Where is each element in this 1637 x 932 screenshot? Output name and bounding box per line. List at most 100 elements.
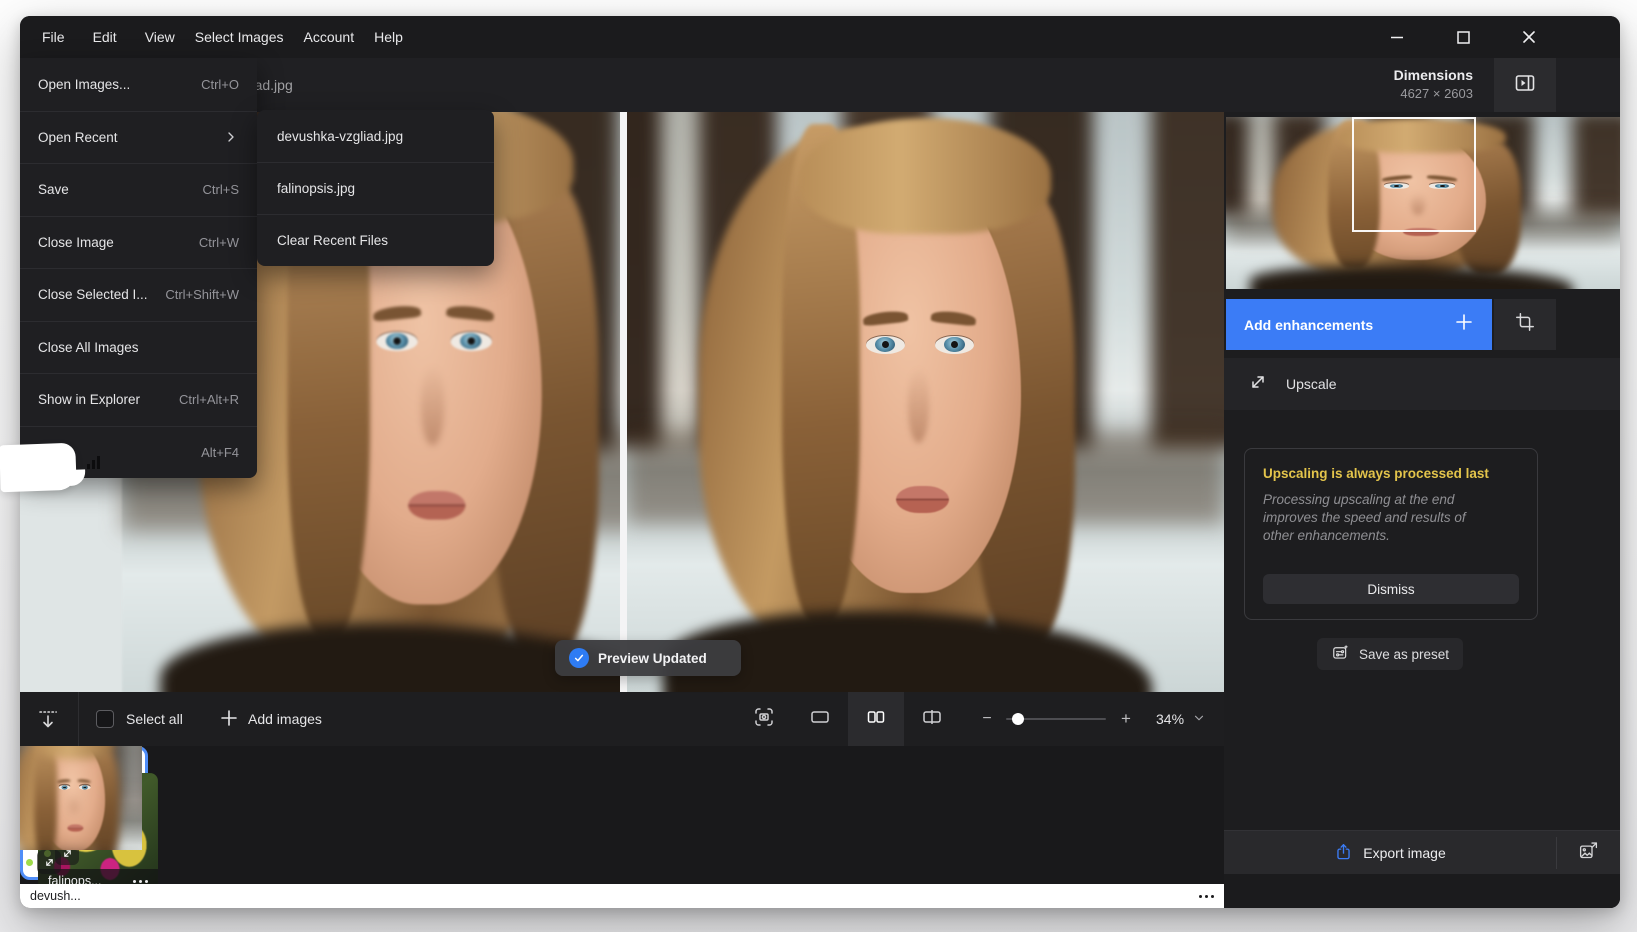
select-all-checkbox[interactable] [96,710,114,728]
menu-item-shortcut: Ctrl+S [203,182,239,197]
add-images-button[interactable]: Add images [220,692,322,746]
expand-badge[interactable] [37,850,61,874]
add-images-label: Add images [248,711,322,727]
image-export-icon [1578,840,1599,866]
export-bar: Export image [1224,830,1620,874]
devushka-photo [20,746,142,850]
menu-item-open-recent[interactable]: Open Recent [20,111,257,164]
split-view-button[interactable] [904,692,960,746]
menu-select-images[interactable]: Select Images [185,16,294,58]
menu-item-label: Close All Images [38,340,139,355]
preview-updated-toast: Preview Updated [555,640,741,676]
plus-icon [1454,312,1474,337]
recent-file-falinopsis[interactable]: falinopsis.jpg [257,162,494,214]
bottom-toolbar: Select all Add images [20,692,1224,746]
menu-item-shortcut: Ctrl+Alt+R [179,392,239,407]
check-circle-icon [569,648,589,668]
camera-focus-icon [752,705,776,734]
image-pane-enhanced[interactable] [627,112,1224,692]
menu-help[interactable]: Help [364,16,413,58]
upscale-enhancement-item[interactable]: Upscale [1224,358,1620,410]
menu-item-open-images[interactable]: Open Images... Ctrl+O [20,58,257,111]
share-export-icon [1334,842,1353,864]
save-as-preset-button[interactable]: Save as preset [1317,638,1463,670]
collapse-panel-button[interactable] [1494,58,1556,112]
dismiss-button[interactable]: Dismiss [1263,574,1519,604]
menu-item-label: Save [38,182,69,197]
crop-icon [1514,311,1536,338]
upscale-icon [1248,372,1268,397]
dimensions-value: 4627 × 2603 [1394,85,1473,103]
export-image-label: Export image [1363,845,1445,861]
panel-toggle-icon [1513,71,1537,100]
menu-item-shortcut: Ctrl+O [201,77,239,92]
preview-snapshot-button[interactable] [736,692,792,746]
clear-recent-files[interactable]: Clear Recent Files [257,214,494,266]
zoom-level-value: 34% [1156,711,1184,727]
split-view-icon [920,705,944,734]
menu-item-show-in-explorer[interactable]: Show in Explorer Ctrl+Alt+R [20,373,257,426]
collapse-filmstrip-button[interactable] [30,702,66,736]
menu-item-close-image[interactable]: Close Image Ctrl+W [20,216,257,269]
menu-item-label: Close Selected I... [38,287,148,302]
single-view-icon [808,705,832,734]
right-panel: Add enhancements Upscale Upscaling is al [1224,112,1620,908]
mini-bars-icon [87,456,103,469]
view-mode-group [736,692,960,746]
add-enhancements-label: Add enhancements [1244,317,1373,333]
menu-file[interactable]: File [32,16,75,58]
plus-icon [220,709,238,730]
menu-item-label: Show in Explorer [38,392,140,407]
portrait-photo-enhanced [627,112,1224,692]
notice-title: Upscaling is always processed last [1263,466,1519,481]
upscaling-notice-card: Upscaling is always processed last Proce… [1244,448,1538,620]
menu-bar: File Edit View Select Images Account Hel… [20,16,1620,58]
maximize-button[interactable] [1454,28,1472,46]
menu-view[interactable]: View [135,16,185,58]
navigator-viewport-rect[interactable] [1352,117,1476,232]
save-as-preset-label: Save as preset [1359,647,1449,662]
dimensions-label: Dimensions [1394,65,1473,85]
side-by-side-view-button[interactable] [848,692,904,746]
menu-item-label: Close Image [38,235,114,250]
recent-file-devushka[interactable]: devushka-vzgliad.jpg [257,110,494,162]
zoom-out-button[interactable]: − [980,710,994,728]
zoom-slider-track[interactable] [1006,718,1106,720]
minimize-button[interactable] [1388,28,1406,46]
navigator-preview[interactable] [1226,117,1620,289]
close-button[interactable] [1520,28,1538,46]
menu-item-label: Open Recent [38,130,118,145]
menu-account[interactable]: Account [294,16,365,58]
status-dot-green [26,859,33,866]
menu-item-label: Open Images... [38,77,130,92]
zoom-slider-control: − + [980,692,1134,746]
crop-tool-button[interactable] [1494,299,1556,350]
single-view-button[interactable] [792,692,848,746]
file-menu-dropdown: Open Images... Ctrl+O Open Recent Save C… [20,58,257,478]
zoom-level-dropdown[interactable]: 34% [1156,692,1206,746]
more-options-button[interactable] [133,880,148,883]
menu-edit[interactable]: Edit [83,16,127,58]
chevron-down-icon [1192,711,1206,728]
menu-item-close-selected[interactable]: Close Selected I... Ctrl+Shift+W [20,268,257,321]
tab-bar: devushka-vzgliad.jpg Dimensions 4627 × 2… [20,58,1620,112]
export-preview-button[interactable] [1556,831,1620,875]
upscale-label: Upscale [1286,376,1337,392]
toast-message: Preview Updated [598,651,707,666]
menu-item-close-all[interactable]: Close All Images [20,321,257,374]
export-image-button[interactable]: Export image [1224,831,1556,875]
panel-footer [1224,874,1620,908]
side-by-side-icon [864,705,888,734]
app-window: File Edit View Select Images Account Hel… [20,16,1620,908]
menu-item-save[interactable]: Save Ctrl+S [20,163,257,216]
zoom-in-button[interactable]: + [1118,709,1134,729]
open-recent-submenu: devushka-vzgliad.jpg falinopsis.jpg Clea… [257,110,494,266]
zoom-slider-knob[interactable] [1012,713,1024,725]
notice-body: Processing upscaling at the end improves… [1263,491,1479,545]
menu-item-shortcut: Ctrl+W [199,235,239,250]
select-all-label[interactable]: Select all [126,692,183,746]
preset-icon [1331,643,1350,665]
toolbar-divider [78,692,79,746]
add-enhancements-button[interactable]: Add enhancements [1226,299,1492,350]
filmstrip: falinops... [20,746,1224,908]
